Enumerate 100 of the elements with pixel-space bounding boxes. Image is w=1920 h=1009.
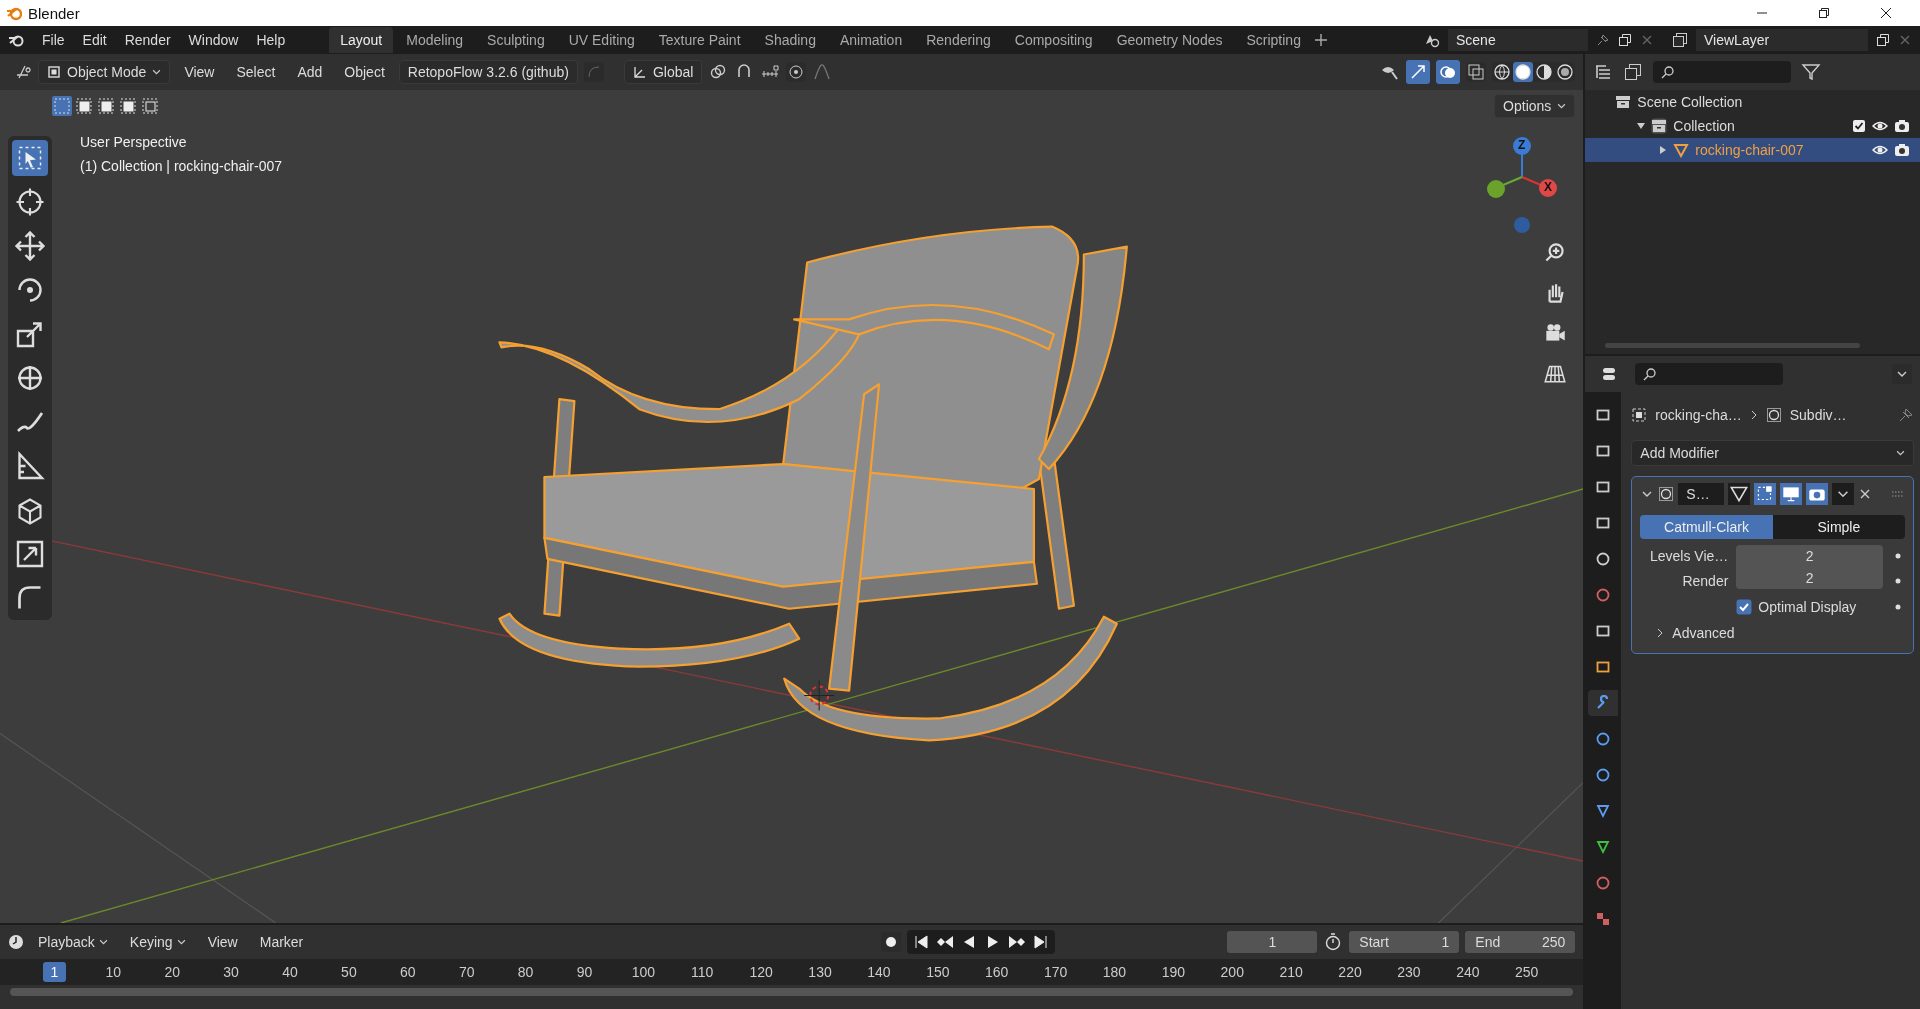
copy-icon[interactable] — [1618, 33, 1632, 47]
workspace-tab[interactable]: Geometry Nodes — [1105, 27, 1234, 53]
properties-tab[interactable] — [1588, 690, 1619, 716]
checkbox-label[interactable]: Optimal Display — [1758, 599, 1857, 615]
menu-item[interactable]: Render — [116, 29, 179, 51]
disclosure-triangle-icon[interactable] — [1659, 146, 1668, 154]
frame-number[interactable]: 110 — [683, 962, 722, 982]
clock-icon[interactable] — [8, 934, 24, 950]
frame-number[interactable]: 20 — [156, 962, 188, 982]
keyframe-dot-icon[interactable] — [1895, 553, 1901, 559]
outliner-item-label[interactable]: Collection — [1673, 118, 1735, 134]
frame-number[interactable]: 230 — [1389, 962, 1429, 982]
outliner-row[interactable]: rocking-chair-007 — [1585, 138, 1920, 162]
mode-dropdown[interactable]: Object Mode — [38, 60, 171, 84]
frame-number[interactable]: 1 — [42, 962, 67, 982]
workspace-tab[interactable]: UV Editing — [557, 27, 646, 53]
menu-item[interactable]: File — [34, 29, 73, 51]
start-frame-field[interactable]: Start 1 — [1349, 931, 1460, 953]
add-modifier-dropdown[interactable]: Add Modifier — [1631, 440, 1914, 466]
scene-name-field[interactable]: Scene — [1448, 29, 1588, 51]
workspace-tab[interactable]: Texture Paint — [647, 27, 752, 53]
workspace-tab[interactable]: Animation — [828, 27, 914, 53]
rendered-sphere-icon[interactable] — [1555, 62, 1576, 82]
select-intersect-icon[interactable] — [140, 96, 160, 116]
frame-number[interactable]: 200 — [1212, 962, 1252, 982]
wireframe-icon[interactable] — [1492, 62, 1513, 82]
menu-item[interactable]: Help — [248, 29, 294, 51]
close-icon[interactable] — [1880, 7, 1892, 19]
overlay-toggle-icon[interactable] — [1436, 60, 1461, 84]
workspace-tab[interactable]: Layout — [329, 27, 394, 53]
keyframe-dot-icon[interactable] — [1895, 578, 1901, 584]
checkbox[interactable] — [1852, 119, 1866, 133]
frame-number[interactable]: 220 — [1330, 962, 1370, 982]
workspace-tab[interactable]: Rendering — [915, 27, 1002, 53]
menu-item[interactable]: Window — [180, 29, 247, 51]
frame-number[interactable]: 160 — [977, 962, 1017, 982]
frame-number[interactable]: 150 — [918, 962, 958, 982]
menu-item[interactable]: Marker — [251, 931, 312, 953]
frame-number[interactable]: 250 — [1507, 962, 1547, 982]
monitor-icon[interactable] — [1780, 483, 1803, 505]
frame-number[interactable]: 210 — [1271, 962, 1311, 982]
frame-number[interactable]: 180 — [1094, 962, 1135, 982]
options-dropdown[interactable]: Options — [1494, 94, 1576, 118]
frame-number[interactable]: 120 — [741, 962, 781, 982]
frame-number[interactable]: 130 — [800, 962, 840, 982]
disclosure-triangle-icon[interactable] — [1637, 122, 1646, 130]
menu-item[interactable]: Object — [336, 61, 393, 83]
frame-number[interactable]: 90 — [568, 962, 601, 982]
frame-number[interactable]: 240 — [1448, 962, 1488, 982]
menu-item[interactable]: View — [199, 931, 246, 953]
proportional-edit-icon[interactable] — [786, 62, 807, 82]
frame-number[interactable]: 80 — [509, 962, 542, 982]
checkbox[interactable] — [1736, 599, 1753, 615]
frame-number[interactable]: 140 — [859, 962, 899, 982]
menu-item[interactable]: Select — [228, 61, 284, 83]
caret-icon[interactable] — [1832, 483, 1855, 505]
copy-icon[interactable] — [1876, 33, 1890, 47]
subdivision-type-option[interactable]: Catmull-Clark — [1640, 515, 1773, 539]
addon-dropdown[interactable]: RetopoFlow 3.2.6 (github) — [398, 60, 578, 84]
move-icon[interactable] — [12, 228, 48, 264]
scrollbar[interactable] — [10, 988, 1574, 996]
frame-number[interactable]: 190 — [1153, 962, 1194, 982]
select-subtract-icon[interactable] — [96, 96, 116, 116]
outliner-item-label[interactable]: Scene Collection — [1637, 94, 1743, 110]
advanced-section-header[interactable]: Advanced — [1640, 621, 1905, 645]
number-field[interactable]: 2 — [1736, 545, 1883, 567]
half-sphere-icon[interactable] — [1534, 62, 1555, 82]
end-frame-field[interactable]: End 250 — [1465, 931, 1576, 953]
restore-icon[interactable] — [1818, 7, 1830, 19]
plus-icon[interactable] — [1313, 33, 1328, 47]
frame-number[interactable]: 170 — [1035, 962, 1076, 982]
frame-number[interactable]: 30 — [215, 962, 247, 982]
frame-number[interactable]: 50 — [333, 962, 365, 982]
subdivision-type-option[interactable]: Simple — [1772, 515, 1905, 539]
frame-number[interactable]: 100 — [623, 962, 664, 982]
search-field[interactable] — [1653, 61, 1792, 83]
frame-number[interactable]: 40 — [274, 962, 306, 982]
workspace-tab[interactable]: Shading — [753, 27, 827, 53]
workspace-tab[interactable]: Modeling — [395, 27, 475, 53]
pin-icon[interactable] — [1596, 33, 1610, 47]
select-extend-icon[interactable] — [74, 96, 94, 116]
current-frame-field[interactable]: 1 — [1227, 931, 1318, 953]
menu-item[interactable]: Playback — [30, 931, 116, 953]
view-layer-field[interactable]: ViewLayer — [1696, 29, 1868, 51]
menu-item[interactable]: Edit — [74, 29, 115, 51]
menu-item[interactable]: View — [176, 61, 223, 83]
select-box-icon[interactable] — [12, 140, 48, 176]
workspace-tab[interactable]: Compositing — [1003, 27, 1104, 53]
frame-number[interactable]: 10 — [97, 962, 130, 982]
edit-mode-icon[interactable] — [1754, 483, 1777, 505]
modifier-name-field[interactable]: S… — [1678, 483, 1725, 505]
number-field[interactable]: 2 — [1736, 567, 1883, 589]
keyframe-dot-icon[interactable] — [1895, 604, 1901, 610]
scrollbar[interactable] — [1605, 343, 1860, 348]
pin-icon[interactable] — [1898, 407, 1914, 423]
menu-item[interactable]: Add — [289, 61, 331, 83]
workspace-tab[interactable]: Scripting — [1235, 27, 1312, 53]
search-field[interactable] — [1635, 363, 1784, 385]
frame-number[interactable]: 60 — [392, 962, 424, 982]
editor-type-icon[interactable] — [16, 64, 32, 80]
